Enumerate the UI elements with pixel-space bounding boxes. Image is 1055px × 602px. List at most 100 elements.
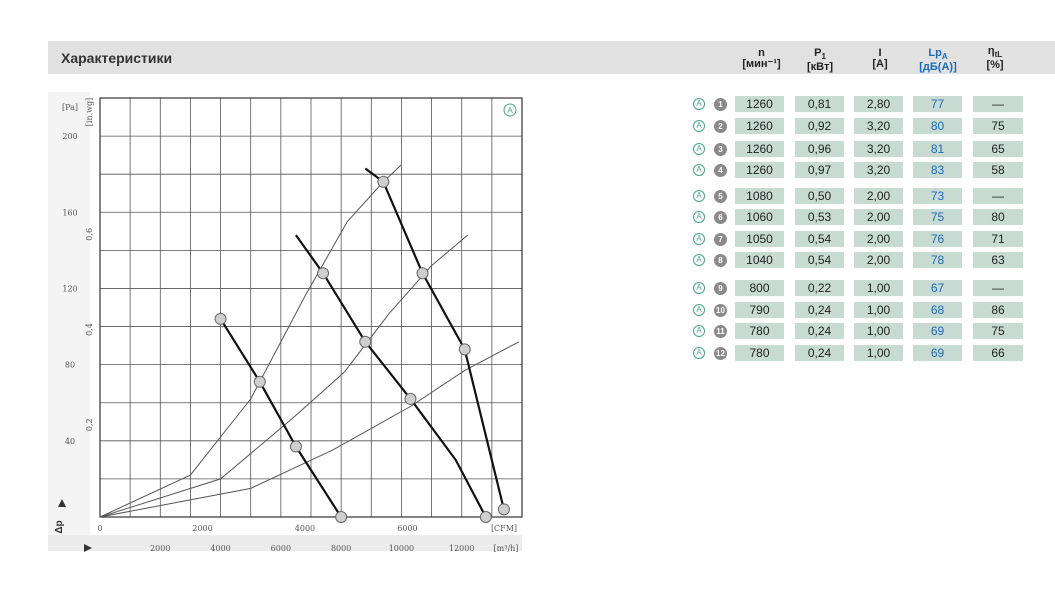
x-tick-label: 6000 (271, 544, 291, 553)
system-curve-line (99, 234, 469, 518)
efficiency-cell: 86 (973, 302, 1023, 318)
speed-cell: 1050 (735, 231, 784, 247)
x-secondary-tick-label: 2000 (192, 524, 212, 533)
a-marker-icon: A (693, 254, 705, 266)
efficiency-cell: — (973, 96, 1023, 112)
y-axis-strip (48, 92, 90, 535)
current-cell: 3,20 (854, 118, 903, 134)
sound-level-cell: 68 (913, 302, 962, 318)
current-cell: 1,00 (854, 323, 903, 339)
operating-point-marker (416, 267, 429, 280)
operating-point-marker (359, 335, 372, 348)
efficiency-cell: 66 (973, 345, 1023, 361)
power-cell: 0,92 (795, 118, 844, 134)
sound-level-cell: 80 (913, 118, 962, 134)
y-tick-label: 120 (62, 284, 77, 293)
row-number-badge: 3 (714, 143, 727, 156)
fan-curve-line (364, 167, 505, 510)
operating-point-marker (479, 511, 492, 523)
current-cell: 2,00 (854, 252, 903, 268)
power-cell: 0,54 (795, 252, 844, 268)
operating-point-marker (253, 375, 266, 388)
y-tick-label: 80 (65, 361, 75, 370)
power-cell: 0,24 (795, 323, 844, 339)
column-header-i: I [A] (860, 48, 900, 70)
column-header-lpa: LpA [дБ(А)] (913, 48, 963, 73)
sound-level-cell: 73 (913, 188, 962, 204)
x-secondary-tick-label: 0 (97, 524, 102, 533)
current-cell: 1,00 (854, 345, 903, 361)
sound-level-cell: 81 (913, 141, 962, 157)
column-header-n: n [мин⁻¹] (739, 48, 784, 70)
a-marker-icon: A (693, 164, 705, 176)
speed-cell: 1260 (735, 162, 784, 178)
a-marker-icon: A (693, 120, 705, 132)
title-bar: Характеристики (48, 41, 1055, 74)
y-secondary-tick-label: 0,4 (85, 323, 94, 336)
a-marker-icon: A (693, 190, 705, 202)
power-cell: 0,24 (795, 345, 844, 361)
power-cell: 0,53 (795, 209, 844, 225)
power-cell: 0,50 (795, 188, 844, 204)
column-unit: [кВт] (806, 61, 834, 74)
operating-point-marker (289, 440, 302, 453)
chart-svg: 40 80 120 160 200 [Pa] 0,2 0,4 0,6 [in.wg] 0 2000 40… (48, 92, 523, 553)
a-marker-icon: A (693, 233, 705, 245)
row-number-badge: 5 (714, 190, 727, 203)
a-marker-icon: A (693, 282, 705, 294)
x-unit-label: [m³/h] (494, 544, 519, 553)
power-cell: 0,97 (795, 162, 844, 178)
power-cell: 0,81 (795, 96, 844, 112)
column-name: ηtL (987, 45, 1003, 60)
current-cell: 2,00 (854, 209, 903, 225)
power-cell: 0,22 (795, 280, 844, 296)
current-cell: 1,00 (854, 302, 903, 318)
row-number-badge: 9 (714, 282, 727, 295)
a-marker-icon: A (693, 325, 705, 337)
efficiency-cell: 71 (973, 231, 1023, 247)
speed-cell: 1260 (735, 141, 784, 157)
x-secondary-unit-label: [CFM] (491, 524, 517, 533)
sound-level-cell: 69 (913, 323, 962, 339)
efficiency-cell: — (973, 188, 1023, 204)
row-number-badge: 10 (714, 304, 727, 317)
column-unit: [A] (872, 58, 888, 70)
row-number-badge: 1 (714, 98, 727, 111)
page-title: Характеристики (61, 50, 173, 66)
power-cell: 0,54 (795, 231, 844, 247)
current-cell: 3,20 (854, 162, 903, 178)
x-tick-label: 10000 (389, 544, 414, 553)
sound-level-cell: 75 (913, 209, 962, 225)
speed-cell: 780 (735, 323, 784, 339)
operating-point-marker (404, 392, 417, 405)
x-tick-label: 2000 (150, 544, 170, 553)
current-cell: 3,20 (854, 141, 903, 157)
row-number-badge: 11 (714, 325, 727, 338)
efficiency-cell: 80 (973, 209, 1023, 225)
speed-cell: 1080 (735, 188, 784, 204)
speed-cell: 780 (735, 345, 784, 361)
row-number-badge: 2 (714, 120, 727, 133)
a-marker-icon: A (693, 98, 705, 110)
a-marker-icon: A (693, 347, 705, 359)
operating-point-marker (335, 511, 348, 523)
efficiency-cell: 75 (973, 118, 1023, 134)
operating-point-marker (458, 343, 471, 356)
current-cell: 2,00 (854, 188, 903, 204)
x-tick-label: 4000 (210, 544, 230, 553)
speed-cell: 1040 (735, 252, 784, 268)
column-unit: [дБ(А)] (919, 61, 957, 74)
sound-level-cell: 76 (913, 231, 962, 247)
a-marker-icon: A (693, 304, 705, 316)
x-tick-label: 8000 (331, 544, 351, 553)
y-tick-label: 160 (62, 208, 77, 217)
operating-point-marker (377, 175, 390, 188)
sound-level-cell: 78 (913, 252, 962, 268)
speed-cell: 800 (735, 280, 784, 296)
sound-level-cell: 69 (913, 345, 962, 361)
y-secondary-tick-label: 0,6 (85, 228, 94, 241)
corner-marker-label: A (507, 106, 513, 115)
column-unit: [мин⁻¹] (742, 58, 781, 70)
power-cell: 0,24 (795, 302, 844, 318)
efficiency-cell: — (973, 280, 1023, 296)
